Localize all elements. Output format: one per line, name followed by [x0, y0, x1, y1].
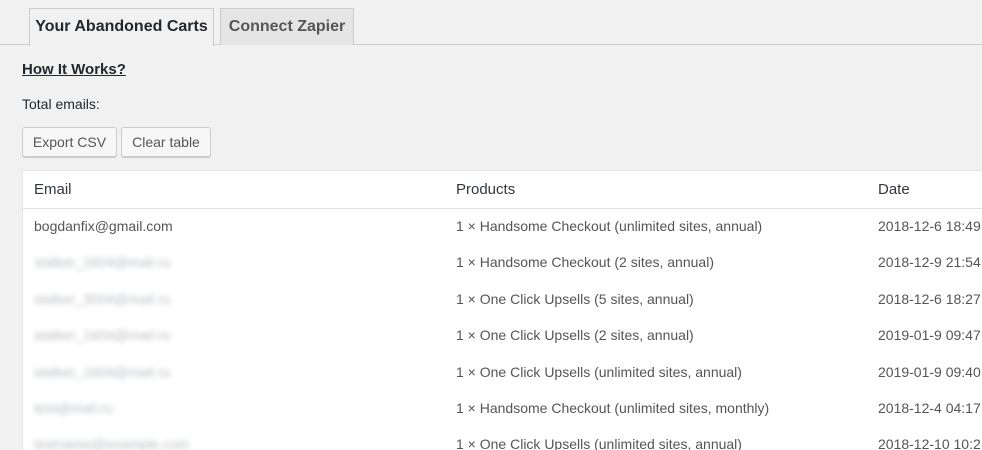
- table-row: stalker_1604@mail.ru 1 × One Click Upsel…: [23, 355, 982, 391]
- column-header-email[interactable]: Email: [34, 181, 72, 198]
- table-row: testname@example.com 1 × One Click Upsel…: [23, 427, 982, 450]
- cell-products: 1 × One Click Upsells (5 sites, annual): [456, 290, 694, 307]
- cell-email: stalker_1604@mail.ru: [34, 327, 171, 344]
- tab-bar: Your Abandoned Carts Connect Zapier: [0, 0, 982, 46]
- total-emails-label: Total emails:: [22, 96, 100, 112]
- cell-products: 1 × One Click Upsells (unlimited sites, …: [456, 363, 742, 380]
- table-row: stalker_1604@mail.ru 1 × Handsome Checko…: [23, 245, 982, 281]
- cell-email: stalker_1604@mail.ru: [34, 363, 171, 380]
- cell-email: testname@example.com: [34, 436, 190, 450]
- table-row: bogdanfix@gmail.com 1 × Handsome Checkou…: [23, 209, 982, 245]
- cell-products: 1 × One Click Upsells (2 sites, annual): [456, 327, 694, 344]
- table-row: test@mail.ru 1 × Handsome Checkout (unli…: [23, 391, 982, 427]
- cell-date: 2018-12-4 04:17: [878, 399, 981, 416]
- abandoned-carts-page: Your Abandoned Carts Connect Zapier How …: [0, 0, 982, 450]
- cell-products: 1 × One Click Upsells (unlimited sites, …: [456, 436, 742, 450]
- tab-your-abandoned-carts[interactable]: Your Abandoned Carts: [29, 8, 214, 46]
- cell-date: 2019-01-9 09:40: [878, 363, 981, 380]
- table-row: stalker_3004@mail.ru 1 × One Click Upsel…: [23, 282, 982, 318]
- clear-table-button[interactable]: Clear table: [121, 127, 211, 157]
- tab-connect-zapier[interactable]: Connect Zapier: [220, 8, 354, 45]
- cell-products: 1 × Handsome Checkout (2 sites, annual): [456, 254, 714, 271]
- export-csv-button[interactable]: Export CSV: [22, 127, 117, 157]
- cell-date: 2018-12-6 18:49: [878, 218, 981, 234]
- table-row: stalker_1604@mail.ru 1 × One Click Upsel…: [23, 318, 982, 354]
- table-body: bogdanfix@gmail.com 1 × Handsome Checkou…: [23, 209, 982, 450]
- column-header-date[interactable]: Date: [878, 181, 910, 198]
- cell-email: stalker_3004@mail.ru: [34, 290, 171, 307]
- cell-date: 2018-12-10 10:2: [878, 436, 981, 450]
- cell-date: 2018-12-9 21:54: [878, 254, 981, 271]
- cell-date: 2018-12-6 18:27: [878, 290, 981, 307]
- cell-email: stalker_1604@mail.ru: [34, 254, 171, 271]
- cell-email: bogdanfix@gmail.com: [34, 218, 173, 234]
- cell-email: test@mail.ru: [34, 399, 113, 416]
- column-header-products[interactable]: Products: [456, 181, 515, 198]
- abandoned-carts-table: Email Products Date bogdanfix@gmail.com …: [22, 170, 982, 450]
- table-header: Email Products Date: [23, 171, 982, 209]
- cell-products: 1 × Handsome Checkout (unlimited sites, …: [456, 399, 770, 416]
- cell-date: 2019-01-9 09:47: [878, 327, 981, 344]
- how-it-works-link[interactable]: How It Works?: [22, 61, 126, 78]
- cell-products: 1 × Handsome Checkout (unlimited sites, …: [456, 218, 763, 234]
